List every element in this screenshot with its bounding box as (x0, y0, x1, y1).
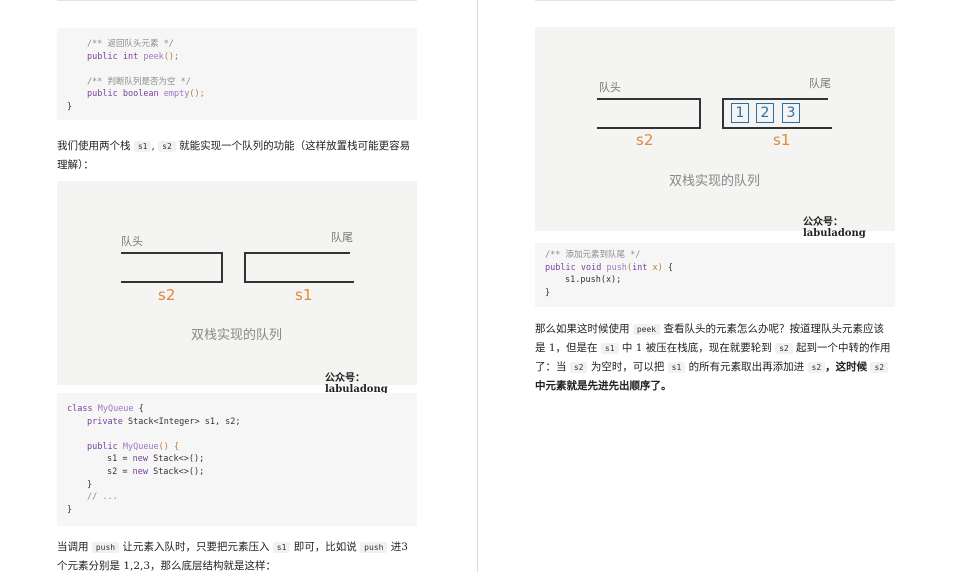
code-keyword: new (132, 454, 148, 465)
code-text: Stack<>(); (147, 454, 205, 465)
stack-s2-bottom-line (597, 127, 701, 129)
stack-s2-top-line (121, 252, 223, 254)
stack-s1-bottom-line (244, 281, 354, 283)
label-s1: s1 (295, 286, 313, 304)
right-top-rule (535, 0, 895, 1)
bold-text: ，这时候 (825, 361, 868, 373)
figure-two-stack-queue: 队头 队尾 s2 s1 双栈实现的队列 公众号：labuladong (57, 181, 417, 395)
code-text: s1 = (107, 454, 133, 465)
code-close-brace: } (67, 101, 73, 112)
inline-code-push: push (91, 542, 120, 553)
inline-code-s1: s1 (133, 141, 152, 152)
label-s2: s2 (158, 286, 176, 304)
code-text: Stack<Integer> s1, s2; (127, 416, 241, 427)
code-keyword: public (87, 89, 118, 100)
code-block-interface-tail: /** 返回队头元素 */ public int peek(); /** 判断队… (57, 28, 417, 120)
inline-code-peek: peek (632, 324, 661, 335)
inline-code-s1: s1 (272, 542, 291, 553)
label-queue-head: 队头 (121, 235, 143, 248)
code-brace: } (87, 479, 93, 490)
label-s1: s1 (773, 131, 791, 149)
code-text: s1.push(x); (565, 275, 622, 286)
code-keyword: private (87, 416, 123, 427)
paragraph-two-stacks: 我们使用两个栈 s1, s2 就能实现一个队列的功能（这样放置栈可能更容易理解）… (57, 137, 417, 174)
code-text: s2 = (107, 466, 133, 477)
stack-s1-left-wall (722, 98, 724, 129)
code-keyword: public (545, 262, 576, 273)
stack-s1-bottom-line (722, 127, 832, 129)
code-comment: // ... (87, 492, 118, 503)
text: 的所有元素取出再添加进 (688, 361, 805, 373)
figure-caption: 双栈实现的队列 (669, 174, 761, 189)
code-brace: { (138, 404, 144, 414)
code-parens: (); (189, 89, 205, 100)
code-comment: /** 判断队列是否为空 */ (87, 76, 191, 87)
label-s2: s2 (636, 131, 654, 149)
text: 那么如果这时候使用 (535, 323, 630, 335)
code-parens: (); (163, 51, 180, 62)
paragraph-push: 当调用 push 让元素入队时，只要把元素压入 s1 即可，比如说 push 进… (57, 538, 419, 575)
stack-s2-right-wall (699, 98, 701, 129)
code-comment: /** 返回队头元素 */ (87, 39, 174, 49)
left-top-rule (57, 0, 417, 1)
code-method-name: empty (163, 89, 190, 100)
stack-s1-top-line (244, 252, 350, 254)
element-box: 1 (731, 103, 749, 123)
inline-code-s2: s2 (870, 362, 889, 373)
code-keyword: public (87, 441, 118, 452)
figure-caption: 双栈实现的队列 (191, 328, 283, 343)
inline-code-s1: s1 (600, 343, 619, 354)
code-keyword: class (67, 404, 93, 414)
code-method-name: push (606, 262, 627, 273)
inline-code-push: push (360, 542, 388, 553)
code-constructor-name: MyQueue (122, 441, 159, 452)
code-type: boolean (122, 89, 159, 100)
code-keyword: new (132, 466, 148, 477)
bold-text: 中元素就是先进先出顺序了。 (535, 380, 672, 392)
text: 当调用 (57, 541, 89, 553)
label-queue-tail: 队尾 (331, 231, 353, 244)
inline-code-s2: s2 (775, 343, 793, 354)
code-text: Stack<>(); (147, 466, 205, 477)
label-queue-head: 队头 (599, 81, 621, 94)
stack-s1-left-wall (244, 252, 246, 283)
text: 中 1 被压在栈底，现在就要轮到 (621, 342, 772, 354)
code-brace: { (662, 262, 674, 273)
code-text: () { (158, 441, 180, 452)
figure-queue-with-elements: 队头 队尾 1 2 3 s2 s1 双栈实现的队列 公众号：labuladong (535, 27, 895, 239)
page-divider (477, 0, 478, 572)
inline-code-s2: s2 (569, 362, 588, 373)
text: , (151, 140, 155, 152)
code-class-name: MyQueue (97, 404, 134, 414)
label-queue-tail: 队尾 (809, 77, 831, 90)
code-block-push: /** 添加元素到队尾 */ public void push(int x) {… (535, 243, 895, 307)
stack-s1-top-line (722, 98, 828, 100)
code-param: x (647, 262, 658, 273)
text: 我们使用两个栈 (57, 140, 131, 152)
code-block-myqueue: class MyQueue { private Stack<Integer> s… (57, 393, 417, 526)
code-method-name: peek (143, 51, 164, 62)
figure-credit: 公众号：labuladong (325, 373, 388, 395)
inline-code-s2: s2 (158, 141, 176, 152)
code-brace: } (545, 287, 551, 298)
code-keyword: public (87, 51, 118, 62)
code-brace: } (67, 504, 73, 515)
text: 让元素入队时，只要把元素压入 (122, 541, 270, 553)
paragraph-peek: 那么如果这时候使用 peek 查看队头的元素怎么办呢？按道理队头元素应该是 1，… (535, 320, 893, 395)
code-comment: /** 添加元素到队尾 */ (545, 250, 641, 260)
inline-code-s2: s2 (807, 362, 826, 373)
stack-s2-bottom-line (121, 281, 223, 283)
code-type: int (632, 262, 648, 273)
stack-s2-top-line (597, 98, 701, 100)
text: 为空时，可以把 (590, 361, 665, 373)
stack-s2-right-wall (221, 252, 223, 283)
text: 即可，比如说 (293, 541, 357, 553)
element-box: 2 (756, 103, 774, 123)
element-box: 3 (782, 103, 800, 123)
figure-credit: 公众号：labuladong (803, 217, 866, 239)
code-type: void (580, 262, 602, 273)
inline-code-s1: s1 (667, 362, 686, 373)
code-type: int (122, 51, 139, 62)
